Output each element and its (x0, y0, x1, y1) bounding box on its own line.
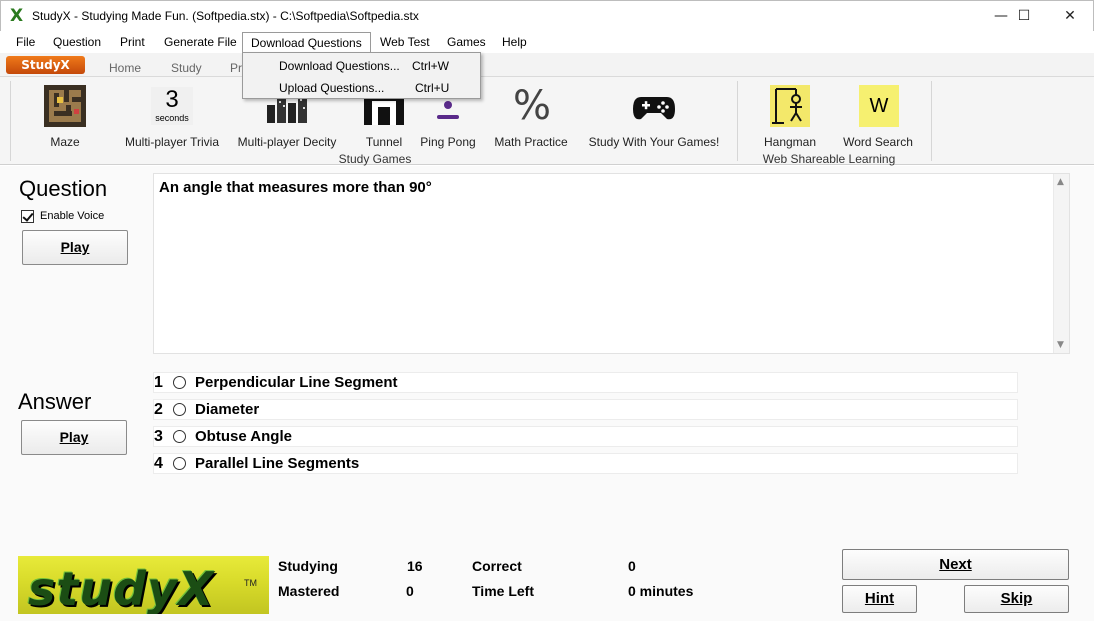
download-questions-shortcut: Ctrl+W (412, 59, 449, 73)
radio-icon[interactable] (173, 457, 186, 470)
ping-pong-label: Ping Pong (420, 135, 476, 149)
scroll-up-icon[interactable]: ▲ (1057, 177, 1064, 187)
menu-bar: File Question Print Generate File Downlo… (0, 31, 1094, 53)
math-practice-button[interactable]: % Math Practice (485, 81, 575, 151)
radio-icon[interactable] (173, 376, 186, 389)
dropdown-item-upload-questions[interactable]: Upload Questions... Ctrl+U (244, 78, 479, 98)
answer-option-1[interactable]: 1 Perpendicular Line Segment (153, 372, 1018, 393)
download-questions-dropdown: Download Questions... Ctrl+W Upload Ques… (242, 52, 481, 99)
menu-games[interactable]: Games (447, 35, 486, 49)
tab-home[interactable]: Home (109, 61, 141, 75)
download-questions-label: Download Questions... (279, 59, 400, 73)
answer-option-3[interactable]: 3 Obtuse Angle (153, 426, 1018, 447)
answer-text: Diameter (195, 401, 260, 418)
radio-icon[interactable] (173, 403, 186, 416)
answer-number: 2 (154, 401, 163, 418)
answer-text: Perpendicular Line Segment (195, 374, 398, 391)
question-text-box[interactable]: An angle that measures more than 90° ▲ ▼ (153, 173, 1070, 354)
maze-label: Maze (50, 135, 80, 149)
menu-question[interactable]: Question (53, 35, 101, 49)
logo-trademark: TM (244, 578, 257, 588)
answer-text: Parallel Line Segments (195, 455, 360, 472)
multi-player-trivia-button[interactable]: 3 seconds Multi-player Trivia (119, 81, 223, 151)
question-scrollbar[interactable]: ▲ ▼ (1053, 174, 1069, 353)
mastered-value: 0 (406, 583, 414, 599)
question-text: An angle that measures more than 90° (159, 179, 432, 196)
maze-icon (44, 85, 86, 127)
dropdown-item-download-questions[interactable]: Download Questions... Ctrl+W (244, 56, 479, 76)
math-practice-label: Math Practice (494, 135, 568, 149)
web-shareable-learning-group-label: Web Shareable Learning (762, 152, 896, 166)
correct-value: 0 (628, 558, 636, 574)
ribbon: Maze 3 seconds Multi-player Trivia Multi… (0, 77, 1094, 166)
answer-option-4[interactable]: 4 Parallel Line Segments (153, 453, 1018, 474)
studyx-brand-tab[interactable]: StudyX (6, 56, 85, 74)
upload-questions-shortcut: Ctrl+U (415, 81, 450, 95)
hangman-icon (770, 85, 810, 127)
enable-voice-label: Enable Voice (40, 210, 105, 222)
ribbon-tab-row: StudyX Home Study Pr (0, 53, 1094, 77)
menu-file[interactable]: File (16, 35, 35, 49)
answer-number: 3 (154, 428, 163, 445)
menu-help[interactable]: Help (502, 35, 527, 49)
menu-download-questions[interactable]: Download Questions (242, 32, 371, 53)
upload-questions-label: Upload Questions... (279, 81, 385, 95)
time-left-value: 0 minutes (628, 583, 694, 599)
word-search-label: Word Search (843, 135, 913, 149)
mastered-label: Mastered (278, 583, 340, 599)
answer-text: Obtuse Angle (195, 428, 292, 445)
logo-text: studyX (28, 562, 215, 614)
close-button[interactable]: ✕ (1047, 1, 1093, 31)
scroll-down-icon[interactable]: ▼ (1057, 340, 1064, 350)
percent-icon: % (512, 83, 551, 129)
answer-option-2[interactable]: 2 Diameter (153, 399, 1018, 420)
hangman-button[interactable]: Hangman (752, 81, 828, 151)
correct-label: Correct (472, 558, 522, 574)
multi-player-decity-label: Multi-player Decity (237, 135, 337, 149)
radio-icon[interactable] (173, 430, 186, 443)
multi-player-trivia-label: Multi-player Trivia (124, 135, 220, 149)
maze-button[interactable]: Maze (11, 81, 119, 151)
tab-print[interactable]: Pr (230, 61, 242, 75)
web-shareable-learning-group: Hangman W Word Search Web Shareable Lear… (738, 81, 932, 166)
studying-value: 16 (407, 558, 423, 574)
menu-print[interactable]: Print (120, 35, 145, 49)
title-bar: X StudyX - Studying Made Fun. (Softpedia… (0, 0, 1094, 31)
study-games-group-label: Study Games (338, 152, 412, 166)
window-title: StudyX - Studying Made Fun. (Softpedia.s… (32, 9, 419, 23)
tunnel-label: Tunnel (365, 135, 403, 149)
answer-number: 1 (154, 374, 163, 391)
menu-generate-file[interactable]: Generate File (164, 35, 237, 49)
studying-label: Studying (278, 558, 338, 574)
answer-play-button[interactable]: Play (21, 420, 127, 455)
next-button[interactable]: Next (842, 549, 1069, 580)
question-play-button[interactable]: Play (22, 230, 128, 265)
question-heading: Question (19, 176, 108, 201)
enable-voice-checkbox[interactable]: Enable Voice (21, 209, 121, 225)
word-search-button[interactable]: W Word Search (838, 81, 922, 151)
word-search-icon: W (859, 85, 899, 127)
hint-button[interactable]: Hint (842, 585, 917, 613)
studyx-app-icon[interactable]: X (10, 8, 26, 25)
studyx-logo: studyX TM (18, 556, 269, 614)
study-with-your-games-button[interactable]: Study With Your Games! (585, 81, 725, 151)
maximize-button[interactable]: ☐ (1001, 1, 1047, 31)
hangman-label: Hangman (763, 135, 817, 149)
menu-web-test[interactable]: Web Test (380, 35, 430, 49)
answer-number: 4 (154, 455, 163, 472)
ping-pong-icon (437, 101, 459, 119)
study-with-your-games-label: Study With Your Games! (588, 135, 720, 149)
time-left-label: Time Left (472, 583, 534, 599)
main-content: Question Enable Voice Play An angle that… (0, 166, 1094, 621)
gamepad-icon (633, 97, 675, 120)
tab-study[interactable]: Study (171, 61, 202, 75)
answer-heading: Answer (18, 389, 92, 414)
skip-button[interactable]: Skip (964, 585, 1069, 613)
checkbox-checked-icon (21, 210, 34, 223)
timer-icon: 3 seconds (151, 87, 193, 125)
